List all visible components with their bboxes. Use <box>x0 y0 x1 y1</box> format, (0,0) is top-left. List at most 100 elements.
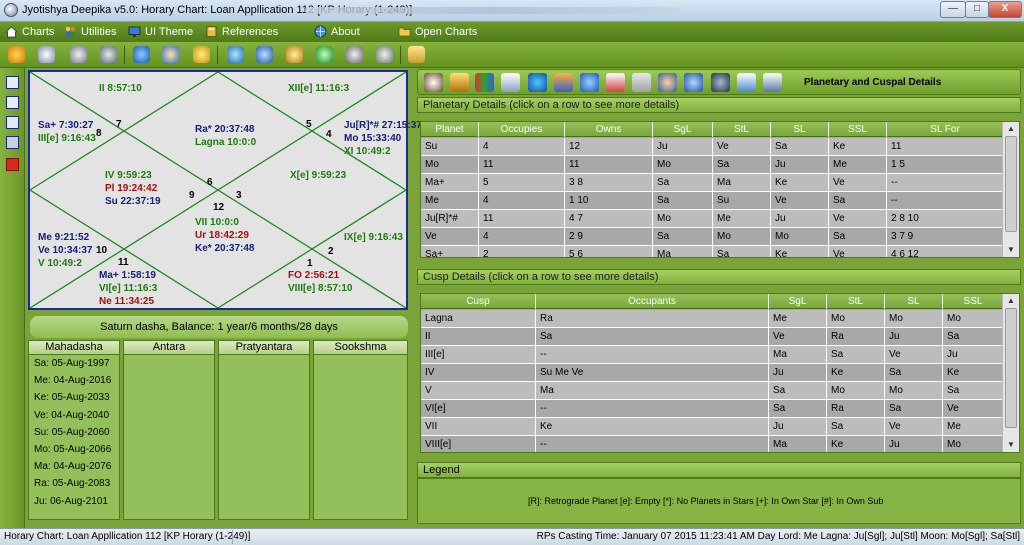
people-icon[interactable] <box>162 46 179 63</box>
table-row[interactable]: III[e] -- Ma Sa Ve Ju <box>421 346 1004 364</box>
dial-icon[interactable] <box>711 73 730 92</box>
mahadasha-row[interactable]: Mo: 05-Aug-2066 <box>29 441 119 458</box>
menu-about[interactable]: About <box>314 25 360 40</box>
mahadasha-row[interactable]: Su: 05-Aug-2060 <box>29 424 119 441</box>
flag-icon[interactable] <box>501 73 520 92</box>
help-icon[interactable] <box>408 46 425 63</box>
table-row[interactable]: Sa+ 2 5 6 Ma Sa Ke Ve 4 6 12 <box>421 246 1004 257</box>
mahadasha-row[interactable]: Ve: 04-Aug-2040 <box>29 407 119 424</box>
pen-icon[interactable] <box>286 46 303 63</box>
mahadasha-row[interactable]: Ma: 04-Aug-2076 <box>29 458 119 475</box>
star-icon[interactable] <box>528 73 547 92</box>
globe-icon[interactable] <box>256 46 273 63</box>
table-row[interactable]: II Sa Ve Ra Ju Sa <box>421 328 1004 346</box>
planetary-details-grid[interactable]: Planet Occupies Owns SgL StL SL SSL SL For Su 4 1… <box>420 121 1020 258</box>
planetary-header-cell[interactable]: StL <box>713 122 771 137</box>
cusp-header-cell[interactable]: SL <box>885 294 943 309</box>
table-row[interactable]: Ju[R]*# 11 4 7 Mo Me Ju Ve 2 8 10 <box>421 210 1004 228</box>
lagna-cusp: Lagna 10:0:0 <box>195 137 257 148</box>
person-icon[interactable] <box>658 73 677 92</box>
table-cell: Me <box>769 310 827 328</box>
mahadasha-row[interactable]: Sa: 05-Aug-1997 <box>29 355 119 372</box>
table-cell: Ma <box>536 382 769 400</box>
planet-venus: Ve 10:34:37 <box>38 245 93 256</box>
person-icon[interactable] <box>346 46 363 63</box>
mahadasha-row[interactable]: Me: 04-Aug-2016 <box>29 372 119 389</box>
star-icon[interactable] <box>227 46 244 63</box>
tools-icon[interactable] <box>554 73 573 92</box>
refresh-icon[interactable] <box>316 46 333 63</box>
maximize-button[interactable]: □ <box>965 1 989 18</box>
chart-icon[interactable] <box>8 46 25 63</box>
image-icon[interactable] <box>737 73 756 92</box>
table-row[interactable]: Ve 4 2 9 Sa Mo Mo Sa 3 7 9 <box>421 228 1004 246</box>
mahadasha-row[interactable]: Ra: 05-Aug-2083 <box>29 475 119 492</box>
scale-icon[interactable] <box>376 46 393 63</box>
planetary-header-cell[interactable]: Occupies <box>479 122 565 137</box>
line-chart-icon[interactable] <box>632 73 651 92</box>
planetary-header-cell[interactable]: SSL <box>829 122 887 137</box>
open-icon[interactable] <box>6 96 19 109</box>
planetary-header-cell[interactable]: SL For <box>887 122 1004 137</box>
menu-charts[interactable]: Charts <box>4 25 54 40</box>
cusp-header-cell[interactable]: StL <box>827 294 885 309</box>
horary-chart[interactable]: 6 3 9 12 7 8 5 4 10 11 2 1 II 8:57:10 XI… <box>28 70 422 310</box>
cusp-header-cell[interactable]: Cusp <box>421 294 536 309</box>
table-cell: Su Me Ve <box>536 364 769 382</box>
table-row[interactable]: Ma+ 5 3 8 Sa Ma Ke Ve -- <box>421 174 1004 192</box>
planetary-header-cell[interactable]: Planet <box>421 122 479 137</box>
table-cell: Me <box>421 192 479 210</box>
cusp-header-cell[interactable]: Occupants <box>536 294 769 309</box>
planet-neptune: Ne 11:34:25 <box>99 296 155 307</box>
cusp-details-grid[interactable]: Cusp Occupants SgL StL SL SSL Lagna Ra Me Mo Mo Mo… <box>420 293 1020 453</box>
table-row[interactable]: Su 4 12 Ju Ve Sa Ke 11 <box>421 138 1004 156</box>
globe-icon[interactable] <box>424 73 443 92</box>
table-row[interactable]: IV Su Me Ve Ju Ke Sa Ke <box>421 364 1004 382</box>
globe-icon[interactable] <box>684 73 703 92</box>
menu-utilities[interactable]: Utilities <box>64 25 116 40</box>
close-icon[interactable] <box>6 158 19 171</box>
table-row[interactable]: Lagna Ra Me Mo Mo Mo <box>421 310 1004 328</box>
table-row[interactable]: VI[e] -- Sa Ra Sa Ve <box>421 400 1004 418</box>
bar-chart-icon[interactable] <box>475 73 494 92</box>
cusp-header-cell[interactable]: SSL <box>943 294 1004 309</box>
planetary-header-cell[interactable]: SgL <box>653 122 713 137</box>
house-icon[interactable] <box>450 73 469 92</box>
table-cell: 4 <box>479 192 565 210</box>
close-button[interactable]: X <box>988 1 1022 18</box>
print-icon[interactable] <box>6 136 19 149</box>
planetary-scrollbar[interactable]: ▲ ▼ <box>1002 122 1019 257</box>
cusp-scrollbar[interactable]: ▲ ▼ <box>1002 294 1019 452</box>
scroll-thumb[interactable] <box>1005 136 1017 232</box>
table-row[interactable]: VII Ke Ju Sa Ve Me <box>421 418 1004 436</box>
table-row[interactable]: Mo 11 11 Mo Sa Ju Me 1 5 <box>421 156 1004 174</box>
cusp-xi: XI 10:49:2 <box>344 146 391 157</box>
cusp-header-cell[interactable]: SgL <box>769 294 827 309</box>
gauge-icon[interactable] <box>70 46 87 63</box>
minimize-button[interactable]: — <box>940 1 966 18</box>
table-row[interactable]: Me 4 1 10 Sa Su Ve Sa -- <box>421 192 1004 210</box>
cusp-xii: XII[e] 11:16:3 <box>288 83 350 94</box>
mahadasha-row[interactable]: Ju: 06-Aug-2101 <box>29 493 119 510</box>
menu-open-charts[interactable]: Open Charts <box>398 25 477 40</box>
planetary-header-cell[interactable]: Owns <box>565 122 653 137</box>
settings-icon[interactable] <box>100 46 117 63</box>
menu-ui-theme[interactable]: UI Theme <box>128 25 193 40</box>
menu-references[interactable]: References <box>205 25 278 40</box>
refresh-icon[interactable] <box>580 73 599 92</box>
monitor-icon[interactable] <box>133 46 150 63</box>
edit-icon[interactable] <box>6 116 19 129</box>
clock-icon[interactable] <box>38 46 55 63</box>
table-cell: Ma <box>769 436 827 452</box>
status-rps-info: RPs Casting Time: January 07 2015 11:23:… <box>536 531 1020 542</box>
table-row[interactable]: V Ma Sa Mo Mo Sa <box>421 382 1004 400</box>
table-cell: Mo <box>771 228 829 246</box>
coins-icon[interactable] <box>193 46 210 63</box>
table-icon[interactable] <box>763 73 782 92</box>
save-icon[interactable] <box>6 76 19 89</box>
mahadasha-row[interactable]: Ke: 05-Aug-2033 <box>29 389 119 406</box>
table-row[interactable]: VIII[e] -- Ma Ke Ju Mo <box>421 436 1004 452</box>
scroll-thumb[interactable] <box>1005 308 1017 428</box>
calendar-icon[interactable] <box>606 73 625 92</box>
planetary-header-cell[interactable]: SL <box>771 122 829 137</box>
